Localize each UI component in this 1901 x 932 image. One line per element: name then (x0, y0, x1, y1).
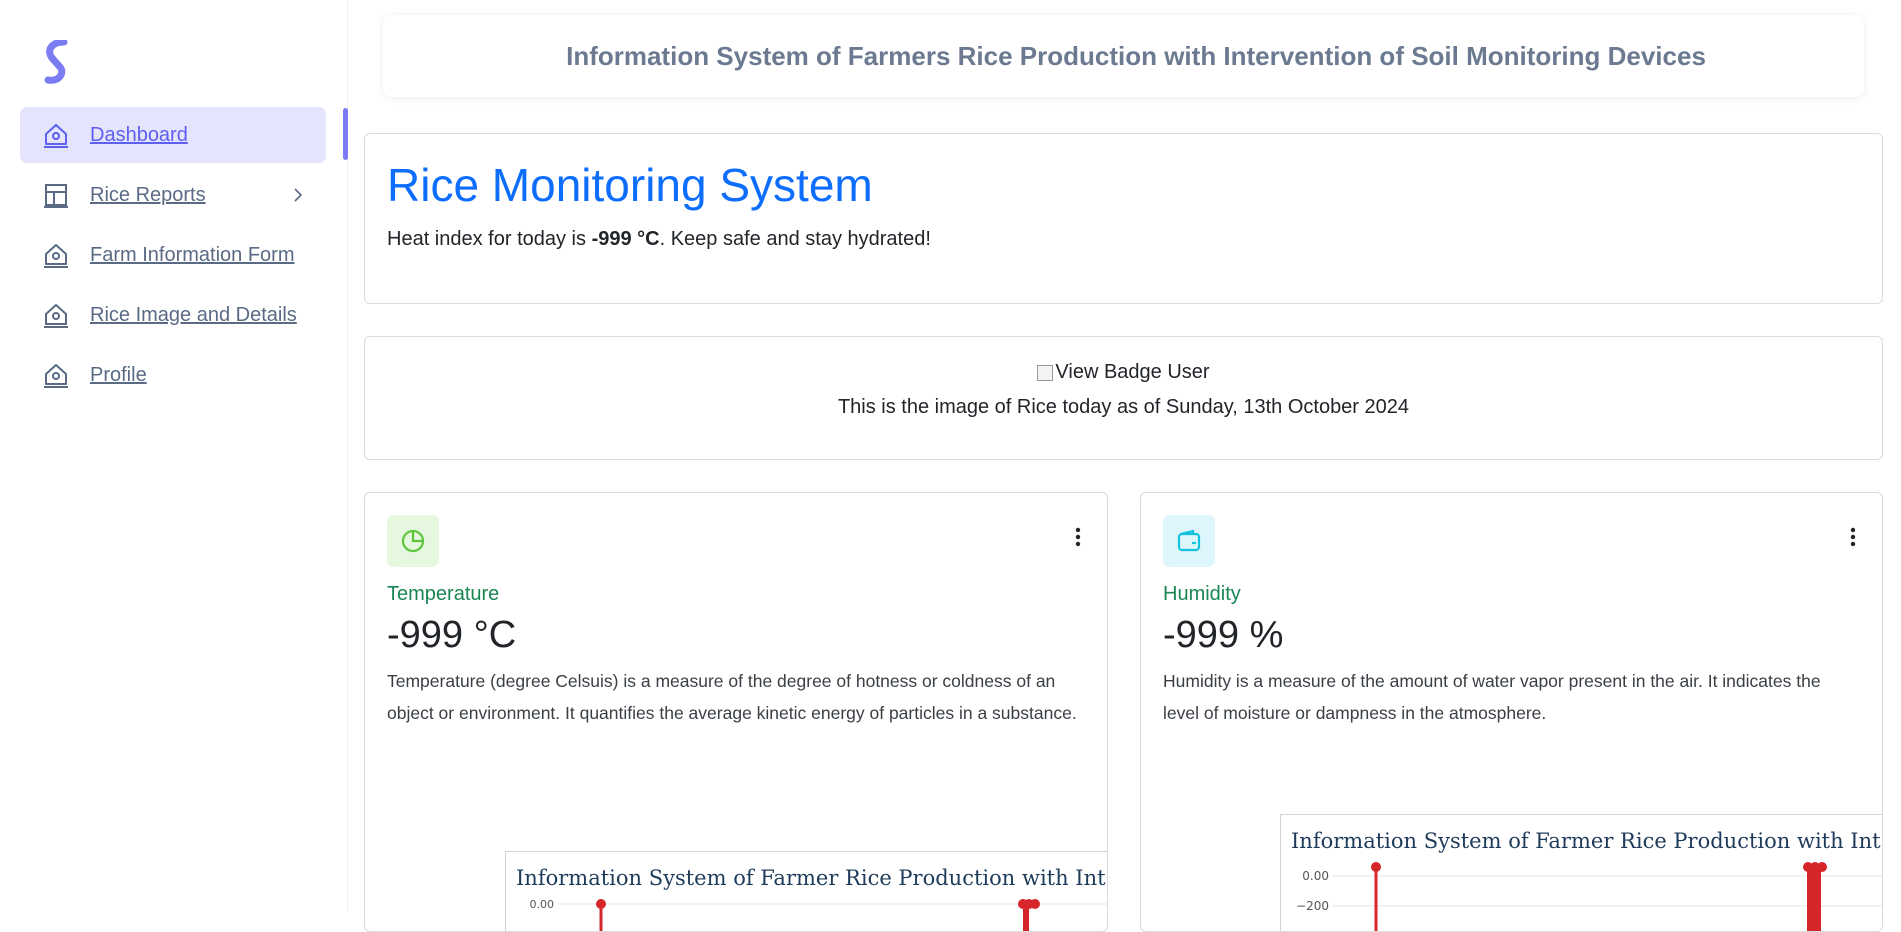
sidebar-nav: Dashboard Rice Reports Farm Information … (20, 107, 326, 407)
sidebar-item-label: Rice Image and Details (90, 303, 297, 326)
page-header: Information System of Farmers Rice Produ… (383, 15, 1864, 97)
heat-index-suffix: . Keep safe and stay hydrated! (659, 228, 931, 250)
more-options-icon[interactable] (1850, 527, 1856, 547)
temperature-badge (387, 515, 439, 567)
sidebar-item-farm-information-form[interactable]: Farm Information Form (20, 227, 326, 283)
data-stem (1807, 867, 1821, 931)
data-point (596, 899, 606, 909)
layout-icon (42, 181, 70, 209)
y-tick-label: 0.00 (530, 898, 555, 911)
rice-image-alt: View Badge User (1055, 361, 1210, 383)
sidebar-item-profile[interactable]: Profile (20, 347, 326, 403)
temperature-chart-plot: 0.00 (530, 898, 1107, 931)
humidity-description: Humidity is a measure of the amount of w… (1163, 671, 1821, 723)
humidity-chart-title: Information System of Farmer Rice Produc… (1291, 829, 1881, 853)
active-indicator (343, 108, 348, 160)
data-point (1817, 862, 1827, 872)
broken-image-icon (1037, 364, 1054, 381)
sidebar-item-label: Dashboard (90, 123, 188, 146)
sidebar-item-dashboard[interactable]: Dashboard (20, 107, 326, 163)
hero-title: Rice Monitoring System (387, 159, 873, 211)
heat-index-prefix: Heat index for today is (387, 228, 592, 250)
wallet-icon (1177, 529, 1201, 552)
hero-card: Rice Monitoring System Heat index for to… (364, 133, 1883, 304)
heat-index-value: -999 °C (591, 228, 660, 250)
chevron-right-icon[interactable] (288, 185, 308, 205)
data-point (1030, 899, 1040, 909)
rice-image: View Badge User (1037, 361, 1210, 384)
more-options-icon[interactable] (1075, 527, 1081, 547)
sidebar-item-rice-reports[interactable]: Rice Reports (20, 167, 326, 223)
rice-image-caption: This is the image of Rice today as of Su… (837, 395, 1410, 418)
humidity-value: -999 % (1163, 614, 1284, 656)
sidebar: Dashboard Rice Reports Farm Information … (0, 0, 348, 911)
temperature-description: Temperature (degree Celsuis) is a measur… (387, 671, 1077, 723)
data-point (1371, 862, 1381, 872)
humidity-chart[interactable]: 0.00 −200 Information System of Farmer R… (1280, 814, 1882, 931)
y-tick-label: 0.00 (1302, 869, 1329, 883)
temperature-title: Temperature (387, 583, 500, 605)
rice-image-card: View Badge User This is the image of Ric… (364, 336, 1883, 460)
home-icon (42, 241, 70, 269)
temperature-card: Temperature -999 °C Temperature (degree … (364, 492, 1108, 932)
page-title: Information System of Farmers Rice Produ… (566, 40, 1706, 71)
sidebar-item-label: Profile (90, 363, 147, 386)
humidity-badge (1163, 515, 1215, 567)
humidity-title: Humidity (1163, 583, 1241, 605)
home-icon (42, 121, 70, 149)
temperature-chart[interactable]: 0.00 Information System of Farmer Rice P… (505, 851, 1107, 931)
humidity-card: Humidity -999 % Humidity is a measure of… (1140, 492, 1883, 932)
home-icon (42, 301, 70, 329)
pie-chart-icon (401, 529, 425, 553)
sidebar-item-label: Farm Information Form (90, 243, 295, 266)
temperature-chart-title: Information System of Farmer Rice Produc… (516, 866, 1106, 890)
logo-icon[interactable] (40, 40, 72, 84)
sidebar-item-rice-image-and-details[interactable]: Rice Image and Details (20, 287, 326, 343)
sidebar-item-label: Rice Reports (90, 183, 206, 206)
home-icon (42, 361, 70, 389)
heat-index-text: Heat index for today is -999 °C. Keep sa… (387, 228, 1860, 251)
temperature-value: -999 °C (387, 614, 517, 656)
